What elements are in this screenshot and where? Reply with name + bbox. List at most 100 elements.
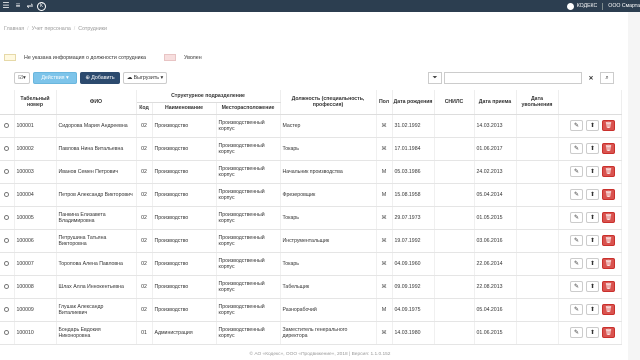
col-position[interactable]: Должность (специальность, профессия) xyxy=(280,90,377,115)
col-birth[interactable]: Дата рождения xyxy=(392,90,435,115)
user-avatar-icon[interactable] xyxy=(566,2,574,10)
cell-name: Производство xyxy=(152,252,217,276)
cell-fio: Сидорова Мария Андреевна xyxy=(56,114,137,138)
cell-position: Мастер xyxy=(280,114,377,138)
cell-hired: 01.05.2015 xyxy=(474,206,517,230)
cell-hired: 01.06.2017 xyxy=(474,137,517,161)
edit-icon[interactable]: ✎ xyxy=(570,327,583,338)
col-name[interactable]: Наименование xyxy=(152,102,217,115)
move-up-icon[interactable]: ⬆ xyxy=(586,327,599,338)
actions-button[interactable]: Действия ▾ xyxy=(33,72,77,84)
edit-icon[interactable]: ✎ xyxy=(570,120,583,131)
cell-select xyxy=(0,114,15,138)
export-button[interactable]: ☁ Выгрузить ▾ xyxy=(123,72,167,84)
filter-icon[interactable]: ⏷ xyxy=(428,72,442,84)
cell-hired: 22.06.2014 xyxy=(474,252,517,276)
edit-icon[interactable]: ✎ xyxy=(570,235,583,246)
delete-icon[interactable]: 🗑 xyxy=(602,327,615,338)
row-radio[interactable] xyxy=(4,169,10,174)
table-row[interactable]: 100003 Иванов Семен Петрович 02 Производств… xyxy=(0,160,622,184)
search-icon[interactable]: ⌕ xyxy=(600,72,614,84)
col-snils[interactable]: СНИЛС xyxy=(434,90,475,115)
table-row[interactable]: 100002 Павлова Нина Витальевна 02 Производс… xyxy=(0,137,622,161)
menu-icon[interactable]: ☰ xyxy=(0,0,12,12)
col-fio[interactable]: ФИО xyxy=(56,90,137,115)
edit-icon[interactable]: ✎ xyxy=(570,166,583,177)
cell-fio: Петров Александр Викторович xyxy=(56,183,137,207)
edit-icon[interactable]: ✎ xyxy=(570,304,583,315)
move-up-icon[interactable]: ⬆ xyxy=(586,143,599,154)
table-row[interactable]: 100005 Панкина Елизавета Владимировна 02 Пр… xyxy=(0,206,622,230)
cell-actions: ✎ ⬆ 🗑 xyxy=(558,114,622,138)
col-hired[interactable]: Дата приема xyxy=(474,90,517,115)
search-input[interactable] xyxy=(444,72,582,84)
edit-icon[interactable]: ✎ xyxy=(570,258,583,269)
breadcrumb-home[interactable]: Главная xyxy=(4,26,24,32)
delete-icon[interactable]: 🗑 xyxy=(602,235,615,246)
app-logo-icon[interactable]: К xyxy=(37,1,46,11)
col-code[interactable]: Код xyxy=(136,102,153,115)
plus-icon: ⊕ xyxy=(85,75,90,81)
breadcrumb-hr[interactable]: Учет персонала xyxy=(32,26,71,32)
cell-code: 02 xyxy=(136,275,153,299)
delete-icon[interactable]: 🗑 xyxy=(602,304,615,315)
move-up-icon[interactable]: ⬆ xyxy=(586,258,599,269)
move-up-icon[interactable]: ⬆ xyxy=(586,189,599,200)
delete-icon[interactable]: 🗑 xyxy=(602,212,615,223)
cell-actions: ✎ ⬆ 🗑 xyxy=(558,137,622,161)
col-tab[interactable]: Табельный номер xyxy=(14,90,57,115)
table-row[interactable]: 100004 Петров Александр Викторович 02 Произ… xyxy=(0,183,622,207)
col-sex[interactable]: Пол xyxy=(376,90,393,115)
move-up-icon[interactable]: ⬆ xyxy=(586,212,599,223)
move-up-icon[interactable]: ⬆ xyxy=(586,120,599,131)
row-radio[interactable] xyxy=(4,238,10,243)
top-navbar: ☰ ≡ ⇌ К КОДЕКС ООО Смарта xyxy=(0,0,640,12)
edit-icon[interactable]: ✎ xyxy=(570,281,583,292)
clear-icon[interactable]: ✕ xyxy=(584,72,598,84)
cell-position: Начальник производства xyxy=(280,160,377,184)
table-row[interactable]: 100006 Петрушина Татьяна Викторовна 02 Прои… xyxy=(0,229,622,253)
move-up-icon[interactable]: ⬆ xyxy=(586,166,599,177)
edit-icon[interactable]: ✎ xyxy=(570,189,583,200)
cell-actions: ✎ ⬆ 🗑 xyxy=(558,298,622,322)
table-row[interactable]: 100008 Шлах Алла Иннокентьевна 02 Производс… xyxy=(0,275,622,299)
table-row[interactable]: 100001 Сидорова Мария Андреевна 02 Производ… xyxy=(0,114,622,138)
scrollbar[interactable] xyxy=(628,12,640,360)
cell-name: Администрация xyxy=(152,321,217,345)
row-radio[interactable] xyxy=(4,215,10,220)
delete-icon[interactable]: 🗑 xyxy=(602,281,615,292)
move-up-icon[interactable]: ⬆ xyxy=(586,304,599,315)
row-radio[interactable] xyxy=(4,330,10,335)
delete-icon[interactable]: 🗑 xyxy=(602,143,615,154)
delete-icon[interactable]: 🗑 xyxy=(602,189,615,200)
move-up-icon[interactable]: ⬆ xyxy=(586,235,599,246)
cell-hired: 14.03.2013 xyxy=(474,114,517,138)
delete-icon[interactable]: 🗑 xyxy=(602,258,615,269)
row-radio[interactable] xyxy=(4,192,10,197)
org-name[interactable]: ООО Смарта xyxy=(608,3,640,9)
cell-tab: 100005 xyxy=(14,206,57,230)
col-fired[interactable]: Дата увольнения xyxy=(516,90,559,115)
select-dropdown-button[interactable]: ☑▾ xyxy=(14,72,30,84)
row-radio[interactable] xyxy=(4,307,10,312)
cell-position: Фрезеровщик xyxy=(280,183,377,207)
cell-sex: Ж xyxy=(376,114,393,138)
cell-code: 02 xyxy=(136,137,153,161)
row-radio[interactable] xyxy=(4,284,10,289)
list-icon[interactable]: ≡ xyxy=(12,0,24,12)
row-radio[interactable] xyxy=(4,123,10,128)
edit-icon[interactable]: ✎ xyxy=(570,143,583,154)
edit-icon[interactable]: ✎ xyxy=(570,212,583,223)
move-up-icon[interactable]: ⬆ xyxy=(586,281,599,292)
table-row[interactable]: 100010 Бондарь Евдокия Никоноровна 01 Админ… xyxy=(0,321,622,345)
row-radio[interactable] xyxy=(4,261,10,266)
row-radio[interactable] xyxy=(4,146,10,151)
settings-sliders-icon[interactable]: ⇌ xyxy=(24,0,36,12)
delete-icon[interactable]: 🗑 xyxy=(602,166,615,177)
table-row[interactable]: 100007 Торопова Алена Павловна 02 Производс… xyxy=(0,252,622,276)
col-location[interactable]: Месторасположение xyxy=(216,102,281,115)
add-button[interactable]: ⊕ Добавить xyxy=(80,72,120,84)
table-row[interactable]: 100009 Глушак Александр Виталиевич 02 Произ… xyxy=(0,298,622,322)
delete-icon[interactable]: 🗑 xyxy=(602,120,615,131)
cell-location: Производственный корпус xyxy=(216,114,281,138)
